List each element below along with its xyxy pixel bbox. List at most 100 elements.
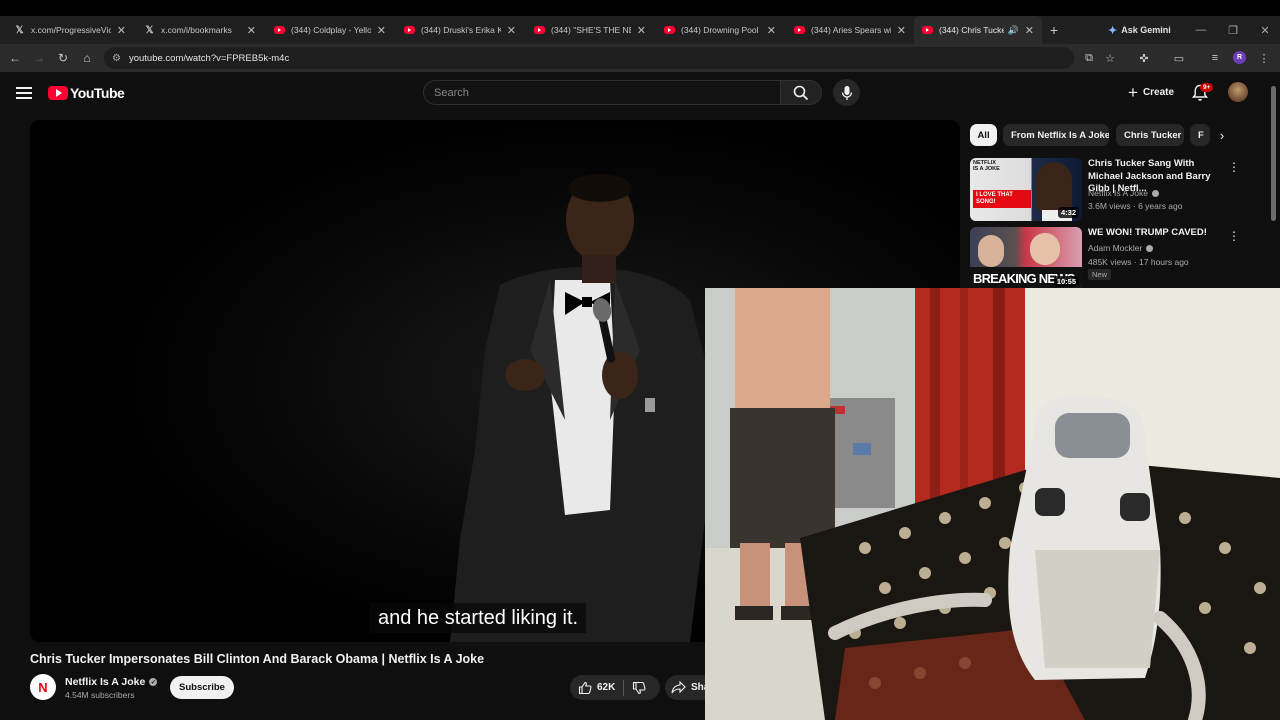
recommendation-item[interactable]: NETFLIX IS A JOKE I LOVE THAT SONG! 4:32… (970, 158, 1260, 222)
like-divider (623, 679, 625, 696)
chip-all[interactable]: All (970, 124, 997, 146)
channel-avatar[interactable]: N (30, 674, 56, 700)
close-tab-icon[interactable]: ✕ (897, 24, 906, 37)
video-caption: and he started liking it. (370, 603, 587, 633)
back-arrow-icon[interactable]: ← (4, 44, 26, 72)
account-avatar[interactable] (1228, 82, 1248, 102)
more-options-icon[interactable]: ⋮ (1228, 227, 1240, 245)
url-text: youtube.com/watch?v=FPREB5k-m4c (128, 52, 290, 64)
new-badge: New (1088, 269, 1112, 280)
youtube-icon (794, 26, 805, 34)
recommendation-meta: 485K views · 17 hours ago (1088, 257, 1189, 267)
verified-check-icon (1152, 189, 1159, 197)
window-top-strip (0, 0, 1280, 16)
video-duration: 4:32 (1057, 207, 1079, 218)
thumbnail-face (1036, 162, 1072, 212)
ask-gemini-button[interactable]: ✦ Ask Gemini (1100, 19, 1179, 41)
restore-window-icon[interactable]: ❐ (1218, 16, 1248, 44)
video-thumbnail[interactable]: BREAKING NEWS 10:55 (970, 227, 1082, 290)
address-bar[interactable]: ⚙ youtube.com/watch?v=FPREB5k-m4c (104, 47, 1074, 69)
browser-tab[interactable]: 𝕏 x.com/ProgressiveVic/s ✕ (6, 16, 134, 44)
home-icon[interactable]: ⌂ (76, 44, 98, 72)
browser-profile-avatar[interactable]: R (1233, 51, 1246, 64)
menu-icon[interactable] (14, 84, 34, 102)
recommendation-channel[interactable]: Netflix Is A Joke (1088, 188, 1159, 198)
create-button[interactable]: + Create (1118, 80, 1184, 105)
like-button[interactable]: 62K (570, 675, 615, 700)
install-app-icon[interactable]: ⧉ (1080, 48, 1098, 68)
search-input[interactable]: Search (423, 80, 781, 105)
browser-tab[interactable]: 𝕏 x.com/i/bookmarks ✕ (136, 16, 264, 44)
search-icon (793, 85, 809, 100)
video-title: Chris Tucker Impersonates Bill Clinton A… (30, 652, 485, 666)
microphone-icon (841, 85, 852, 100)
thumbnail-face (978, 235, 1004, 267)
browser-tab-active[interactable]: (344) Chris Tucker 🔊 ✕ (914, 16, 1042, 44)
youtube-icon (274, 26, 285, 34)
youtube-icon (404, 26, 415, 34)
thumbnail-face (1030, 233, 1060, 265)
plus-icon: + (1128, 82, 1138, 102)
browser-tab[interactable]: (344) Aries Spears with ✕ (786, 16, 914, 44)
voice-search-button[interactable] (833, 79, 860, 106)
recommendation-channel[interactable]: Adam Mockler (1088, 243, 1154, 253)
forward-arrow-icon[interactable]: → (28, 44, 50, 72)
site-info-icon[interactable]: ⚙ (112, 53, 121, 64)
close-tab-icon[interactable]: ✕ (377, 24, 386, 37)
media-controls-icon[interactable]: ≡ (1206, 48, 1224, 68)
browser-tab[interactable]: (344) Druski's Erika Kirk ✕ (396, 16, 524, 44)
close-tab-icon[interactable]: ✕ (117, 24, 126, 37)
chip-chris-tucker[interactable]: Chris Tucker (1116, 124, 1184, 146)
subscribe-button[interactable]: Subscribe (170, 676, 234, 699)
search-button[interactable] (780, 80, 822, 105)
webcam-overlay (705, 288, 1280, 720)
page-scrollbar[interactable] (1271, 86, 1276, 221)
webcam-scene (705, 288, 1280, 720)
close-window-icon[interactable]: ✕ (1250, 16, 1280, 44)
gemini-sparkle-icon: ✦ (1108, 24, 1118, 37)
close-tab-icon[interactable]: ✕ (247, 24, 256, 37)
youtube-play-icon (48, 86, 68, 100)
dislike-button[interactable] (632, 681, 646, 695)
new-tab-button[interactable]: + (1046, 16, 1062, 44)
browser-tab[interactable]: (344) Drowning Pool - ✕ (656, 16, 784, 44)
recommendation-meta: 3.6M views · 6 years ago (1088, 201, 1183, 211)
video-duration: 10:55 (1053, 276, 1079, 287)
verified-check-icon (1146, 244, 1154, 252)
youtube-icon (922, 26, 933, 34)
notification-count-badge: 9+ (1200, 83, 1214, 92)
x-logo-icon: 𝕏 (145, 24, 154, 36)
speaker-icon[interactable]: 🔊 (1008, 25, 1019, 36)
side-panel-icon[interactable]: ▭ (1170, 48, 1188, 68)
browser-menu-icon[interactable]: ⋮ (1255, 48, 1273, 68)
subscriber-count: 4.54M subscribers (65, 690, 135, 700)
youtube-icon (664, 26, 675, 34)
chip-more[interactable]: F (1190, 124, 1210, 146)
minimize-window-icon[interactable]: — (1186, 16, 1216, 44)
close-tab-icon[interactable]: ✕ (637, 24, 646, 37)
bookmark-star-icon[interactable]: ☆ (1101, 48, 1119, 68)
close-tab-icon[interactable]: ✕ (1025, 24, 1034, 37)
share-arrow-icon (671, 681, 686, 694)
youtube-logo[interactable]: YouTube (48, 85, 125, 101)
x-logo-icon: 𝕏 (15, 24, 24, 36)
close-tab-icon[interactable]: ✕ (507, 24, 516, 37)
close-tab-icon[interactable]: ✕ (767, 24, 776, 37)
thumbs-up-icon (578, 681, 592, 694)
recommendation-title: WE WON! TRUMP CAVED! (1088, 227, 1207, 238)
youtube-icon (534, 26, 545, 34)
reload-icon[interactable]: ↻ (52, 44, 74, 72)
browser-tab-bar: 𝕏 x.com/ProgressiveVic/s ✕ 𝕏 x.com/i/boo… (0, 16, 1280, 44)
like-dislike-group: 62K (570, 675, 660, 700)
more-options-icon[interactable]: ⋮ (1228, 158, 1240, 176)
channel-name[interactable]: Netflix Is A Joke ✓ (65, 676, 158, 688)
browser-tab[interactable]: (344) Coldplay - Yellow ✕ (266, 16, 394, 44)
recommendation-item[interactable]: BREAKING NEWS 10:55 WE WON! TRUMP CAVED!… (970, 227, 1260, 291)
chevron-right-icon[interactable]: › (1213, 126, 1231, 144)
browser-tab[interactable]: (344) "SHE'S THE NEXT ✕ (526, 16, 654, 44)
thumbs-down-icon (633, 681, 646, 694)
chip-from-channel[interactable]: From Netflix Is A Joke (1003, 124, 1109, 146)
verified-check-icon: ✓ (149, 678, 158, 686)
extensions-icon[interactable]: ✜ (1135, 48, 1153, 68)
video-thumbnail[interactable]: NETFLIX IS A JOKE I LOVE THAT SONG! 4:32 (970, 158, 1082, 221)
